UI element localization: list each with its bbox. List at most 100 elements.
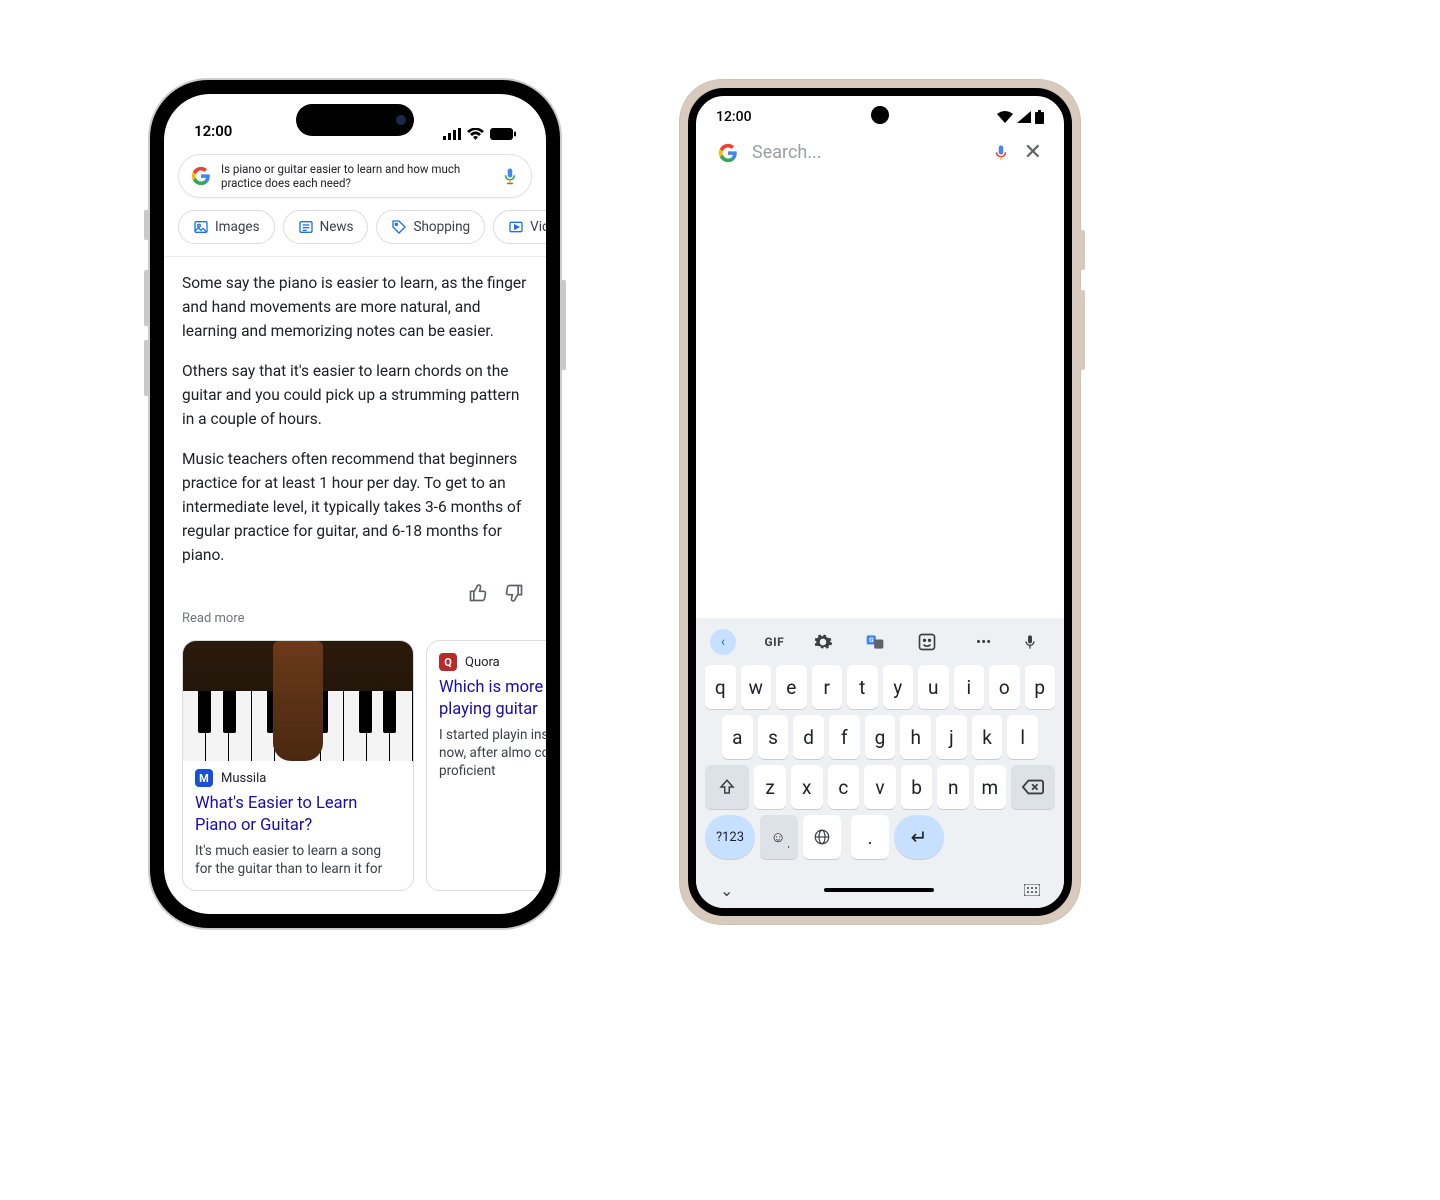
enter-key[interactable]: ↵ — [894, 815, 944, 859]
result-cards-row: M Mussila What's Easier to Learn Piano o… — [164, 640, 546, 891]
read-more-link[interactable]: Read more — [164, 607, 546, 640]
key-c[interactable]: c — [828, 765, 860, 809]
chip-label: News — [320, 219, 354, 235]
search-bar[interactable]: Is piano or guitar easier to learn and h… — [178, 154, 532, 198]
key-k[interactable]: k — [972, 715, 1003, 759]
key-o[interactable]: o — [989, 665, 1020, 709]
search-placeholder: Search... — [752, 142, 978, 163]
card-source: Q Quora — [439, 653, 546, 671]
key-f[interactable]: f — [829, 715, 860, 759]
key-l[interactable]: l — [1007, 715, 1038, 759]
favicon-icon: M — [195, 769, 213, 787]
result-card[interactable]: M Mussila What's Easier to Learn Piano o… — [182, 640, 414, 891]
battery-icon — [1035, 110, 1044, 124]
divider — [164, 256, 546, 257]
key-a[interactable]: a — [722, 715, 753, 759]
sticker-icon[interactable] — [917, 632, 945, 652]
iphone-silent-switch — [144, 210, 150, 240]
news-icon — [298, 219, 314, 235]
wifi-icon — [467, 128, 484, 140]
key-n[interactable]: n — [937, 765, 969, 809]
backspace-key[interactable] — [1011, 765, 1055, 809]
key-b[interactable]: b — [901, 765, 933, 809]
status-time: 12:00 — [194, 122, 232, 140]
result-card[interactable]: Q Quora Which is more playing piano play… — [426, 640, 546, 891]
chip-images[interactable]: Images — [178, 210, 275, 244]
pixel-volume-button — [1080, 290, 1085, 370]
gear-icon[interactable] — [813, 632, 841, 652]
key-u[interactable]: u — [918, 665, 949, 709]
answer-paragraph: Some say the piano is easier to learn, a… — [182, 271, 528, 343]
gesture-handle — [824, 888, 934, 892]
key-h[interactable]: h — [900, 715, 931, 759]
iphone-power-button — [560, 280, 566, 370]
video-icon — [508, 219, 524, 235]
key-t[interactable]: t — [847, 665, 878, 709]
key-d[interactable]: d — [793, 715, 824, 759]
chip-videos[interactable]: Vide — [493, 210, 546, 244]
key-z[interactable]: z — [754, 765, 786, 809]
chip-shopping[interactable]: Shopping — [376, 210, 485, 244]
tag-icon — [391, 219, 407, 235]
key-r[interactable]: r — [812, 665, 843, 709]
key-g[interactable]: g — [865, 715, 896, 759]
nav-collapse-icon[interactable]: ⌄ — [720, 881, 733, 900]
card-title: What's Easier to Learn Piano or Guitar? — [195, 793, 401, 836]
search-query-text: Is piano or guitar easier to learn and h… — [221, 162, 491, 191]
key-y[interactable]: y — [883, 665, 914, 709]
android-nav-bar: ⌄ — [696, 872, 1064, 908]
key-v[interactable]: v — [864, 765, 896, 809]
chip-label: Vide — [530, 219, 546, 235]
search-bar[interactable]: Search... ✕ — [696, 132, 1064, 173]
status-time: 12:00 — [716, 109, 752, 125]
key-s[interactable]: s — [758, 715, 789, 759]
mic-icon[interactable] — [501, 167, 519, 185]
period-key[interactable]: . — [851, 815, 889, 859]
google-logo-icon — [191, 166, 211, 186]
key-x[interactable]: x — [791, 765, 823, 809]
thumbs-down-icon[interactable] — [504, 583, 524, 603]
emoji-key[interactable]: ☺, — [760, 815, 798, 859]
more-icon[interactable]: ••• — [970, 633, 998, 651]
iphone-volume-down — [144, 340, 150, 396]
empty-area — [696, 173, 1064, 618]
keyboard-switcher-icon[interactable] — [1024, 884, 1040, 896]
mic-icon[interactable] — [1022, 632, 1050, 652]
globe-key[interactable] — [803, 815, 841, 859]
key-w[interactable]: w — [741, 665, 772, 709]
cellular-icon — [443, 128, 461, 140]
key-j[interactable]: j — [936, 715, 967, 759]
key-p[interactable]: p — [1025, 665, 1056, 709]
key-i[interactable]: i — [954, 665, 985, 709]
source-name: Mussila — [221, 771, 266, 786]
keyboard-toolbar: ‹ GIF G ••• — [700, 622, 1060, 662]
search-chips-row: Images News Shopping Vide — [164, 208, 546, 256]
images-icon — [193, 219, 209, 235]
favicon-icon: Q — [439, 653, 457, 671]
answer-paragraph: Others say that it's easier to learn cho… — [182, 359, 528, 431]
symbols-key[interactable]: ?123 — [705, 815, 755, 859]
google-logo-icon — [718, 142, 738, 164]
shift-key[interactable] — [705, 765, 749, 809]
gif-button[interactable]: GIF — [760, 635, 788, 649]
key-m[interactable]: m — [974, 765, 1006, 809]
pixel-camera — [871, 106, 889, 124]
card-snippet: It's much easier to learn a song for the… — [195, 842, 401, 878]
keyboard-row: zxcvbnm — [700, 762, 1060, 812]
iphone-frame: 12:00 Is piano or guitar — [150, 80, 560, 928]
key-e[interactable]: e — [776, 665, 807, 709]
mic-icon[interactable] — [992, 144, 1010, 162]
chip-news[interactable]: News — [283, 210, 369, 244]
key-q[interactable]: q — [705, 665, 736, 709]
thumbs-up-icon[interactable] — [468, 583, 488, 603]
keyboard: ‹ GIF G ••• — [696, 618, 1064, 872]
translate-icon[interactable]: G — [865, 632, 893, 652]
battery-icon — [490, 128, 516, 140]
chevron-left-icon[interactable]: ‹ — [710, 629, 736, 655]
close-icon[interactable]: ✕ — [1024, 140, 1042, 165]
card-source: M Mussila — [195, 769, 401, 787]
cellular-icon — [1017, 111, 1031, 123]
card-snippet: I started playin instruments th now, aft… — [439, 726, 546, 781]
dynamic-island — [296, 104, 414, 136]
feedback-row — [164, 583, 546, 607]
